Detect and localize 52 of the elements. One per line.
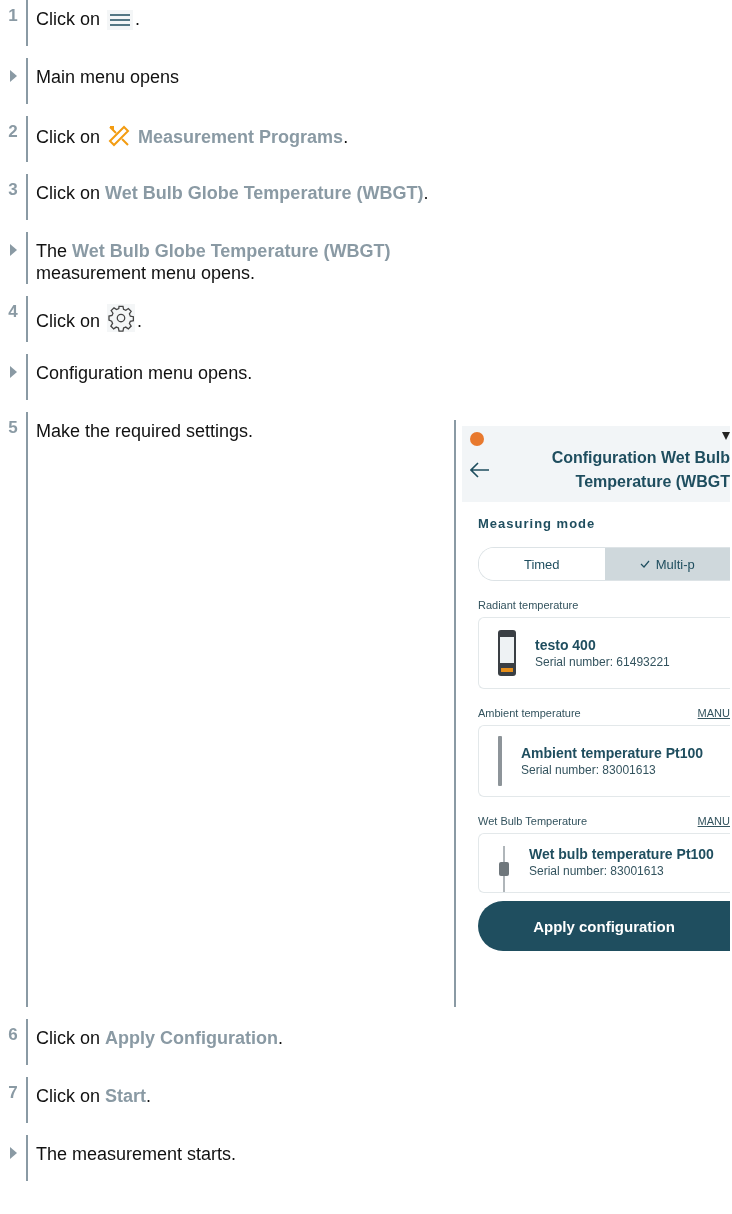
serial-number: Serial number: 61493221 [535, 655, 670, 669]
back-arrow-icon[interactable] [470, 462, 490, 478]
step-text: The Wet Bulb Globe Temperature (WBGT) measurement menu opens. [36, 240, 392, 284]
triangle-icon [9, 1147, 17, 1159]
check-icon [639, 560, 650, 568]
step-number: 7 [8, 1083, 18, 1104]
step-text: Click on Wet Bulb Globe Temperature (WBGT). [36, 182, 429, 204]
step-text: . [137, 310, 143, 332]
step-text: Configuration menu opens. [36, 362, 253, 384]
ruler-pencil-icon [107, 124, 132, 148]
manual-link[interactable]: MANU [697, 707, 730, 719]
step-text: The measurement starts. [36, 1143, 237, 1165]
step-text: Click on [36, 126, 102, 148]
triangle-icon [9, 244, 17, 256]
step-number: 3 [8, 180, 18, 201]
device-card[interactable]: Wet bulb temperature Pt100 Serial number: 83001613 [478, 833, 730, 893]
probe-icon [497, 736, 503, 786]
step-text: Click on Start. [36, 1085, 152, 1107]
sensor-label: Ambient temperature [478, 707, 581, 719]
step-text: Click on Apply Configuration. [36, 1027, 284, 1049]
bulb-probe-icon [497, 846, 511, 892]
serial-number: Serial number: 83001613 [521, 763, 657, 777]
step-number: 6 [8, 1025, 18, 1046]
step-text: Click on [36, 310, 102, 332]
device-card[interactable]: Ambient temperature Pt100 Serial number: 83001613 [478, 725, 730, 797]
screen-title: Configuration Wet Bulb Temperature (WBGT [550, 448, 730, 492]
step-number: 2 [8, 122, 18, 143]
menu-icon [107, 10, 134, 30]
section-heading: Measuring mode [478, 516, 597, 531]
step-text: Measurement Programs. [137, 126, 349, 148]
sensor-label: Radiant temperature [478, 599, 579, 611]
step-text: . [135, 8, 141, 30]
sensor-label: Wet Bulb Temperature [478, 815, 588, 827]
step-text: Main menu opens [36, 66, 180, 88]
device-name: Ambient temperature Pt100 [521, 745, 704, 761]
handheld-device-icon [497, 630, 517, 676]
device-card[interactable]: testo 400 Serial number: 61493221 [478, 617, 730, 689]
serial-number: Serial number: 83001613 [529, 864, 665, 878]
mode-option[interactable]: Multi-p [604, 548, 730, 580]
device-name: Wet bulb temperature Pt100 [529, 846, 714, 862]
triangle-icon [9, 366, 17, 378]
step-number: 1 [8, 6, 18, 27]
step-number: 4 [8, 302, 18, 323]
logo-icon [470, 432, 484, 446]
settings-icon [107, 304, 136, 332]
step-number: 5 [8, 418, 18, 439]
step-text: Make the required settings. [36, 420, 254, 442]
manual-link[interactable]: MANU [697, 815, 730, 827]
device-name: testo 400 [535, 637, 597, 653]
apply-button[interactable]: Apply configuration [478, 901, 730, 951]
triangle-icon [9, 70, 17, 82]
step-text: Click on [36, 8, 102, 30]
